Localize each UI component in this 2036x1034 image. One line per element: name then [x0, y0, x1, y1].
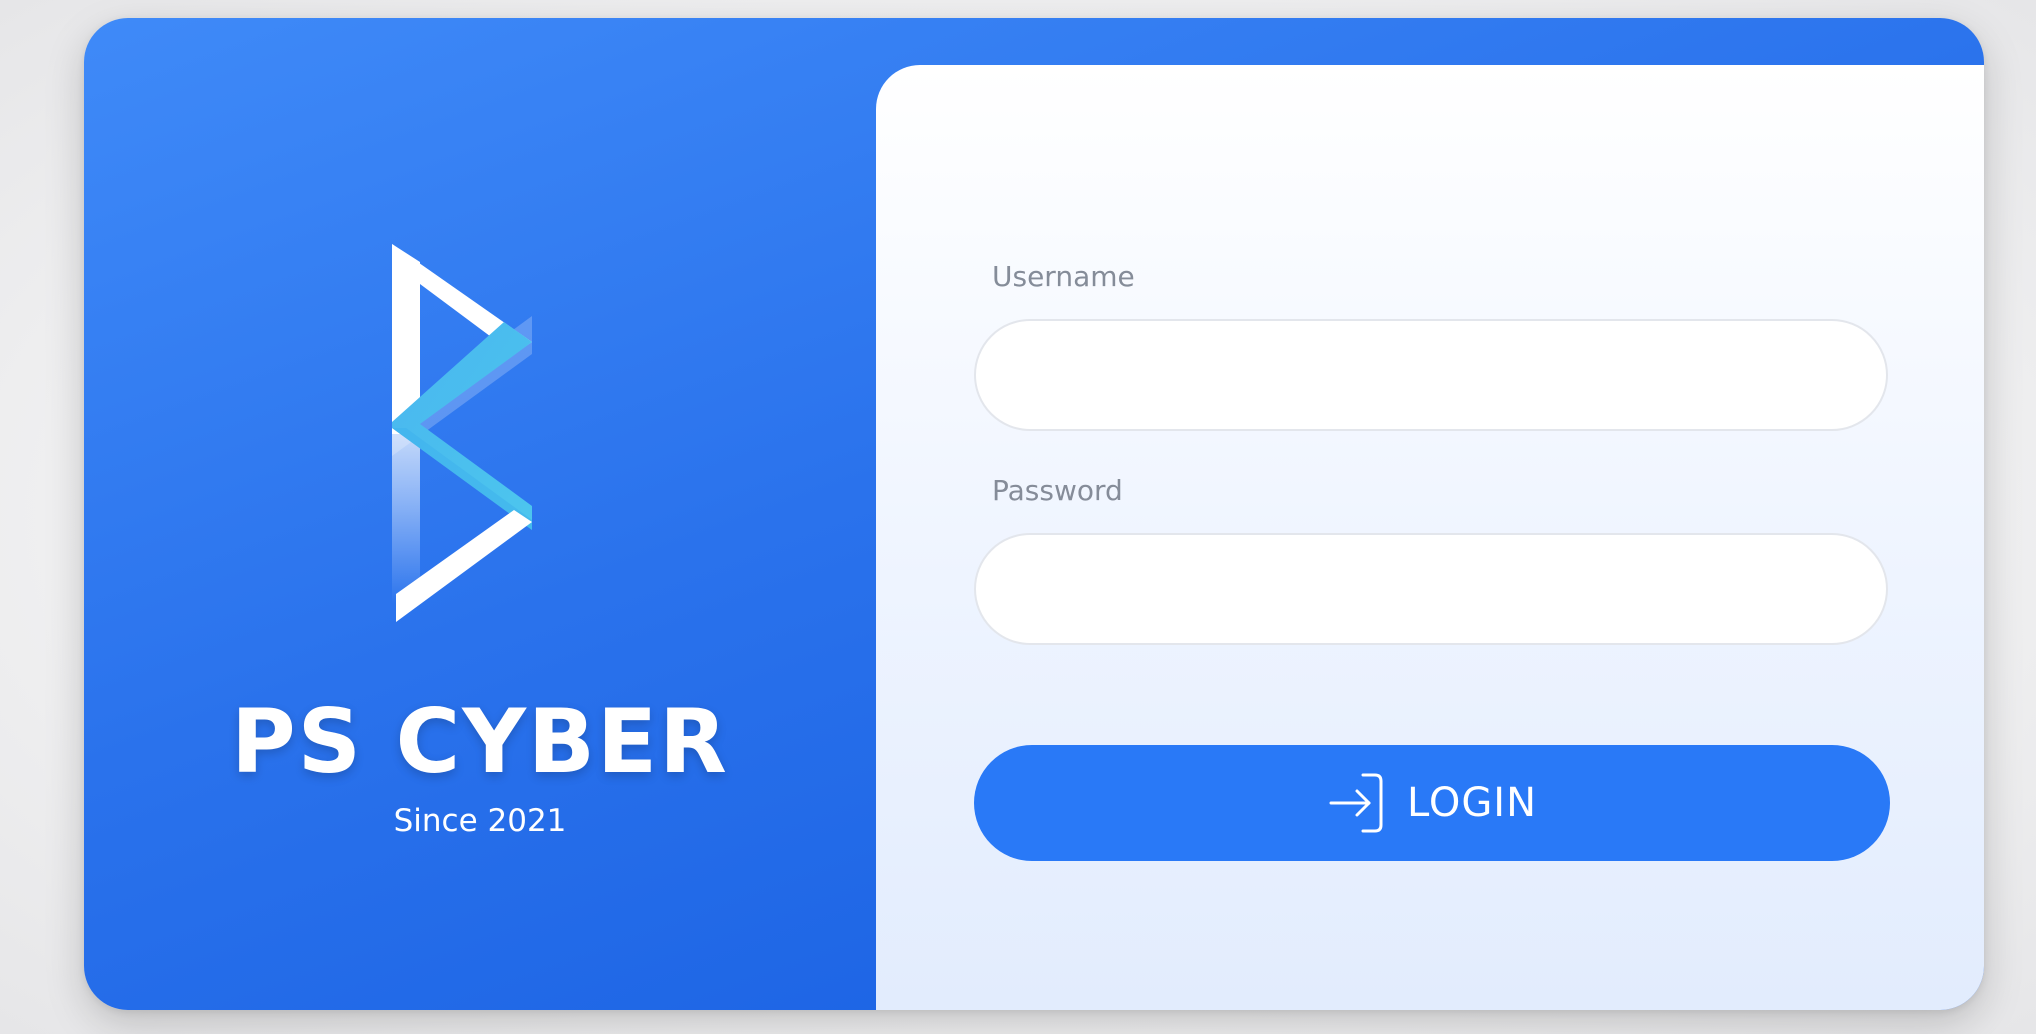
password-label: Password [992, 474, 1123, 507]
ps-cyber-logo-icon [392, 244, 532, 622]
login-card: PS CYBER Since 2021 Username Password LO… [84, 18, 1984, 1010]
username-input[interactable] [974, 319, 1888, 431]
brand-name: PS CYBER [231, 690, 729, 793]
brand-since-text: Since 2021 [393, 803, 567, 839]
brand-panel: PS CYBER Since 2021 [84, 18, 876, 1010]
login-button[interactable]: LOGIN [974, 745, 1890, 861]
password-input[interactable] [974, 533, 1888, 645]
login-button-label: LOGIN [1406, 780, 1538, 826]
username-label: Username [992, 260, 1135, 293]
login-form-panel: Username Password LOGIN [876, 65, 1984, 1010]
sign-in-arrow-icon [1329, 773, 1383, 833]
